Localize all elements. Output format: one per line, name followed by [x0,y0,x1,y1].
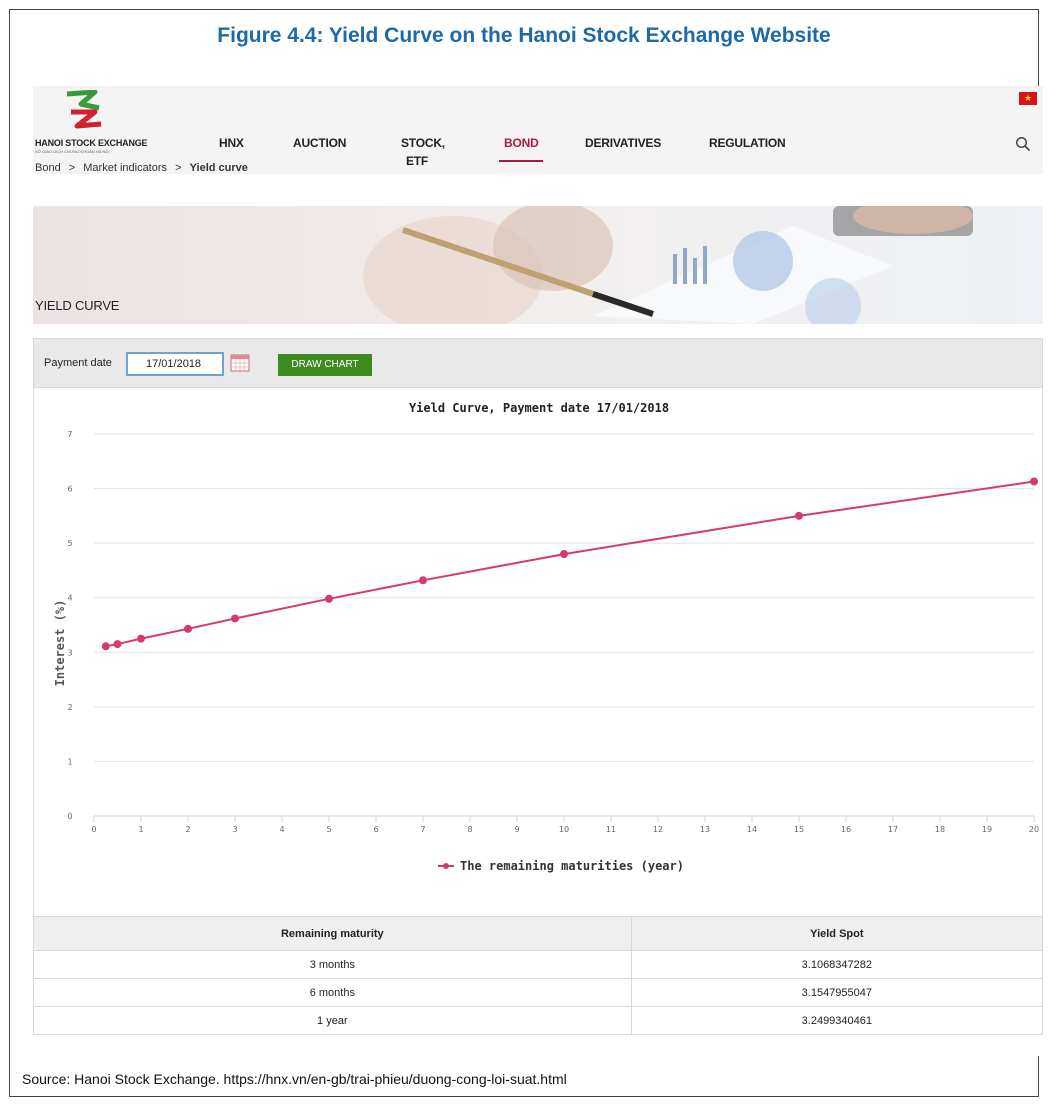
x-tick-label: 11 [606,825,616,834]
draw-chart-button[interactable]: DRAW CHART [278,354,372,376]
x-tick-label: 3 [232,825,237,834]
breadcrumb-current: Yield curve [189,162,248,174]
figure-source: Source: Hanoi Stock Exchange. https://hn… [22,1071,567,1087]
search-icon[interactable] [1015,136,1031,152]
x-tick-label: 1 [138,825,143,834]
x-tick-label: 5 [326,825,331,834]
data-point [1030,477,1038,486]
x-tick-label: 0 [91,825,96,834]
data-point [231,614,239,623]
nav-item-hnx[interactable]: HNX [219,136,244,150]
data-point [137,634,145,643]
y-tick-label: 4 [67,594,72,603]
x-tick-label: 19 [982,825,992,834]
x-tick-label: 14 [747,825,757,834]
data-point [419,576,427,585]
payment-date-form: Payment date 17/01/2018 DRAW CHART [33,338,1043,388]
x-tick-label: 2 [185,825,190,834]
table-row: 3 months 3.1068347282 [33,950,1043,979]
nav-item-bond[interactable]: BOND [504,136,539,150]
table-cell-yield: 3.2499340461 [630,1006,1043,1035]
table-row: 1 year 3.2499340461 [33,1006,1043,1035]
payment-date-label: Payment date [44,357,112,369]
table-header-row: Remaining maturity Yield Spot [33,916,1043,951]
header-remaining-maturity: Remaining maturity [33,916,632,951]
hnx-logo[interactable]: HANOI STOCK EXCHANGE SỞ GIAO DỊCH CHỨNG … [35,86,148,166]
x-tick-label: 8 [467,825,472,834]
x-tick-label: 10 [559,825,569,834]
nav-item-auction[interactable]: AUCTION [293,136,346,150]
header-yield-spot: Yield Spot [630,916,1043,951]
banner-title: YIELD CURVE [35,298,120,313]
table-cell-maturity: 6 months [33,978,632,1007]
data-point [184,624,192,633]
x-tick-label: 7 [420,825,425,834]
x-tick-label: 6 [373,825,378,834]
logo-subtext: SỞ GIAO DỊCH CHỨNG KHOÁN HÀ NỘI [35,149,110,154]
nav-item-regulation[interactable]: REGULATION [709,136,786,150]
y-tick-label: 0 [67,812,72,821]
breadcrumb-market-indicators[interactable]: Market indicators [83,162,167,174]
payment-date-input[interactable]: 17/01/2018 [126,352,224,376]
y-tick-label: 1 [67,757,72,766]
legend-label: The remaining maturities (year) [460,859,684,873]
breadcrumb-separator: > [68,162,76,174]
website-screenshot: HANOI STOCK EXCHANGE SỞ GIAO DỊCH CHỨNG … [33,86,1043,1056]
logo-text: HANOI STOCK EXCHANGE [35,138,148,148]
y-tick-label: 2 [67,703,72,712]
x-tick-label: 15 [794,825,804,834]
y-tick-label: 3 [67,648,72,657]
yield-curve-chart: Yield Curve, Payment date 17/01/2018 Int… [33,388,1043,918]
banner-image [363,206,973,324]
breadcrumb: Bond > Market indicators > Yield curve [35,162,253,180]
x-tick-label: 20 [1029,825,1039,834]
data-point [113,640,122,649]
figure-title: Figure 4.4: Yield Curve on the Hanoi Sto… [217,24,831,47]
table-cell-yield: 3.1547955047 [630,978,1043,1007]
breadcrumb-bond[interactable]: Bond [35,162,61,174]
x-tick-label: 12 [653,825,663,834]
data-point [101,642,110,651]
data-point [795,511,803,520]
table-cell-maturity: 3 months [33,950,632,979]
legend-marker [443,863,449,869]
x-tick-label: 16 [841,825,851,834]
site-header: HANOI STOCK EXCHANGE SỞ GIAO DỊCH CHỨNG … [33,86,1043,174]
calendar-icon[interactable] [230,353,250,373]
x-tick-label: 9 [514,825,519,834]
yield-curve-svg: Yield Curve, Payment date 17/01/2018 Int… [53,401,1039,873]
x-tick-label: 4 [279,825,284,834]
data-point [560,550,568,559]
data-point [325,594,333,603]
breadcrumb-separator: > [175,162,182,174]
nav-item-stock[interactable]: STOCK, [401,136,445,150]
table-cell-yield: 3.1068347282 [630,950,1043,979]
active-nav-underline [499,160,543,162]
nav-item-etf[interactable]: ETF [406,154,428,168]
yield-table: Remaining maturity Yield Spot 3 months 3… [33,916,1043,1035]
y-tick-label: 7 [67,430,72,439]
series-line [105,480,1035,648]
nav-item-derivatives[interactable]: DERIVATIVES [585,136,661,150]
hnx-logo-icon [66,90,102,129]
x-tick-label: 18 [935,825,945,834]
y-axis-label: Interest (%) [53,600,67,687]
table-row: 6 months 3.1547955047 [33,978,1043,1007]
chart-title: Yield Curve, Payment date 17/01/2018 [409,401,669,415]
x-tick-label: 17 [888,825,898,834]
y-tick-label: 6 [67,485,72,494]
y-tick-label: 5 [67,539,72,548]
vietnam-flag-icon[interactable]: ★ [1019,92,1037,105]
table-cell-maturity: 1 year [33,1006,632,1035]
x-tick-label: 13 [700,825,710,834]
page-banner: YIELD CURVE [33,206,1043,324]
